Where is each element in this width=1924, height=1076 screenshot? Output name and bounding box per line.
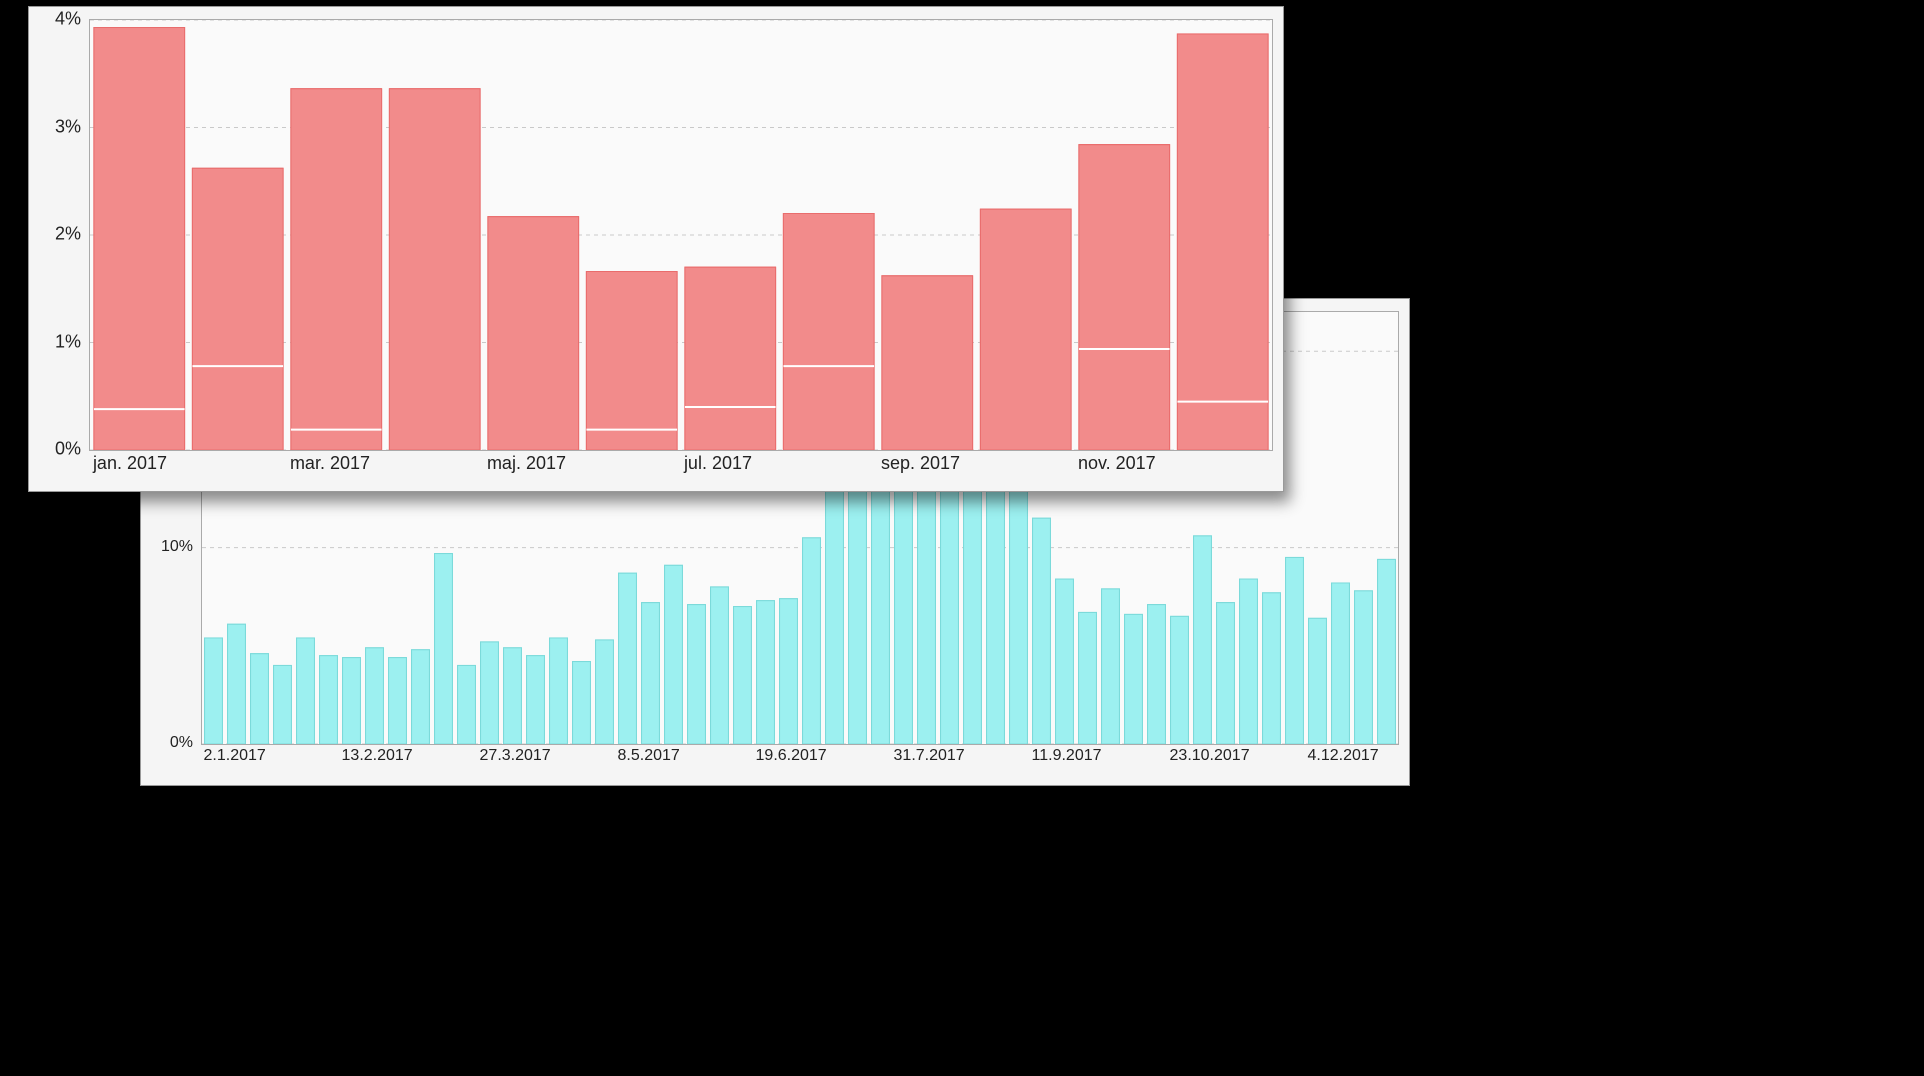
xtick-label: 8.5.2017 [618, 747, 680, 765]
xtick-label: nov. 2017 [1078, 453, 1156, 474]
xtick-label: jan. 2017 [93, 453, 167, 474]
xtick-label: 11.9.2017 [1032, 747, 1102, 765]
ytick-label: 1% [55, 331, 81, 352]
xtick-label: jul. 2017 [684, 453, 752, 474]
xtick-label: 4.12.2017 [1308, 747, 1379, 765]
xtick-label: 2.1.2017 [204, 747, 266, 765]
ytick-label: 3% [55, 116, 81, 137]
xtick-label: 23.10.2017 [1170, 747, 1250, 765]
xtick-label: sep. 2017 [881, 453, 960, 474]
xtick-label: mar. 2017 [290, 453, 370, 474]
bottom-x-axis: 2.1.2017 13.2.2017 27.3.2017 8.5.2017 19.6.2… [201, 747, 1399, 781]
top-plot-area: B8B8 [89, 19, 1273, 451]
top-bars-svg: B8B8 [90, 20, 1272, 450]
ytick-label: 0% [55, 439, 81, 460]
ytick-label: 10% [161, 538, 193, 556]
xtick-label: 31.7.2017 [894, 747, 965, 765]
ytick-label: 2% [55, 224, 81, 245]
top-y-axis: 0%1%2%3%4% [29, 19, 87, 451]
xtick-label: 13.2.2017 [342, 747, 413, 765]
ytick-label: 0% [170, 734, 193, 752]
top-x-axis: jan. 2017 mar. 2017 maj. 2017 jul. 2017 sep.… [89, 453, 1273, 487]
xtick-label: 27.3.2017 [480, 747, 551, 765]
xtick-label: maj. 2017 [487, 453, 566, 474]
xtick-label: 19.6.2017 [756, 747, 827, 765]
ytick-label: 4% [55, 9, 81, 30]
top-chart-panel: 0% 1% 2% 3% 4% B8B8 jan. 2017 mar. 2017 maj. 2… [28, 6, 1284, 492]
